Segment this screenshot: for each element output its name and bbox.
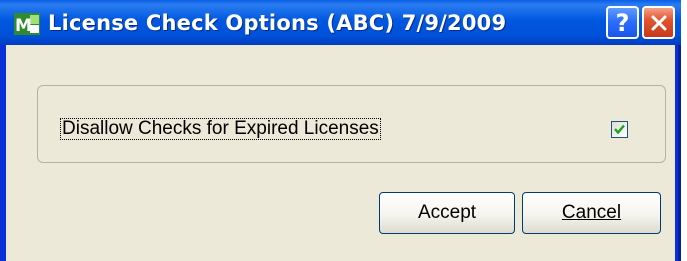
disallow-checks-checkbox[interactable] bbox=[611, 121, 628, 138]
options-groupbox: Disallow Checks for Expired Licenses bbox=[37, 85, 666, 163]
dialog-window: M License Check Options (ABC) 7/9/2009 ?… bbox=[0, 0, 681, 261]
help-icon: ? bbox=[615, 8, 630, 37]
accept-button-label: Accept bbox=[417, 202, 477, 223]
accept-button[interactable]: Accept bbox=[379, 192, 515, 234]
checkmark-icon bbox=[614, 124, 625, 135]
close-icon bbox=[651, 15, 666, 30]
app-icon: M bbox=[14, 13, 40, 35]
app-icon-letter: M bbox=[15, 16, 32, 35]
cancel-button[interactable]: Cancel bbox=[522, 192, 661, 234]
dialog-body: Disallow Checks for Expired Licenses Acc… bbox=[6, 45, 675, 261]
cancel-button-label: Cancel bbox=[561, 202, 622, 223]
close-button[interactable] bbox=[642, 6, 675, 39]
title-bar[interactable]: M License Check Options (ABC) 7/9/2009 ? bbox=[0, 0, 681, 45]
help-button[interactable]: ? bbox=[606, 6, 639, 39]
window-title: License Check Options (ABC) 7/9/2009 bbox=[48, 11, 507, 35]
disallow-checks-label[interactable]: Disallow Checks for Expired Licenses bbox=[60, 118, 381, 140]
